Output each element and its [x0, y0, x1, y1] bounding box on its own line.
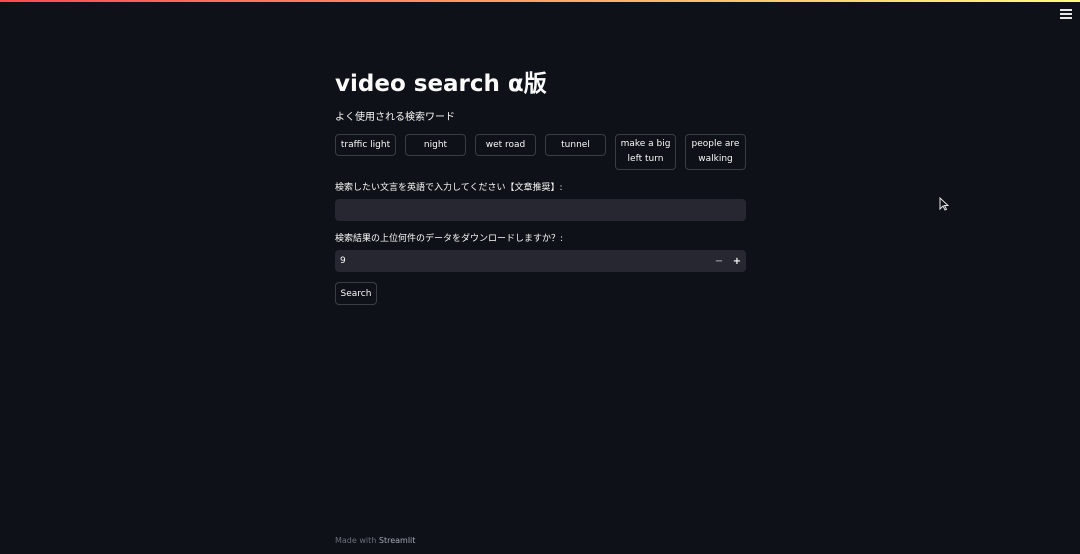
mouse-cursor-icon — [939, 197, 949, 211]
hamburger-menu-icon[interactable] — [1058, 7, 1074, 21]
query-input-label: 検索したい文言を英語で入力してください【文章推奨】: — [335, 183, 563, 193]
increment-button[interactable]: + — [728, 250, 746, 272]
decrement-button[interactable]: − — [710, 250, 728, 272]
search-button[interactable]: Search — [335, 282, 377, 305]
suggestion-button-row: traffic light night wet road tunnel make… — [335, 134, 746, 170]
footer-prefix: Made with — [335, 536, 377, 545]
top-decoration-bar — [0, 0, 1080, 2]
suggestion-button-traffic-light[interactable]: traffic light — [335, 134, 396, 156]
download-count-label: 検索結果の上位何件のデータをダウンロードしますか？: — [335, 234, 564, 244]
query-input[interactable] — [335, 199, 746, 221]
footer: Made with Streamlit — [335, 536, 415, 545]
suggestions-header: よく使用される検索ワード — [335, 112, 455, 123]
suggestion-button-wet-road[interactable]: wet road — [475, 134, 536, 156]
footer-brand-link[interactable]: Streamlit — [379, 536, 416, 545]
download-count-value[interactable]: 9 — [335, 256, 710, 266]
main-content: video search α版 よく使用される検索ワード traffic lig… — [335, 60, 746, 305]
suggestion-button-left-turn[interactable]: make a big left turn — [615, 134, 676, 170]
suggestion-button-tunnel[interactable]: tunnel — [545, 134, 606, 156]
download-count-stepper: 9 − + — [335, 250, 746, 272]
suggestion-button-night[interactable]: night — [405, 134, 466, 156]
page-title: video search α版 — [335, 71, 547, 97]
suggestion-button-people-walking[interactable]: people are walking — [685, 134, 746, 170]
